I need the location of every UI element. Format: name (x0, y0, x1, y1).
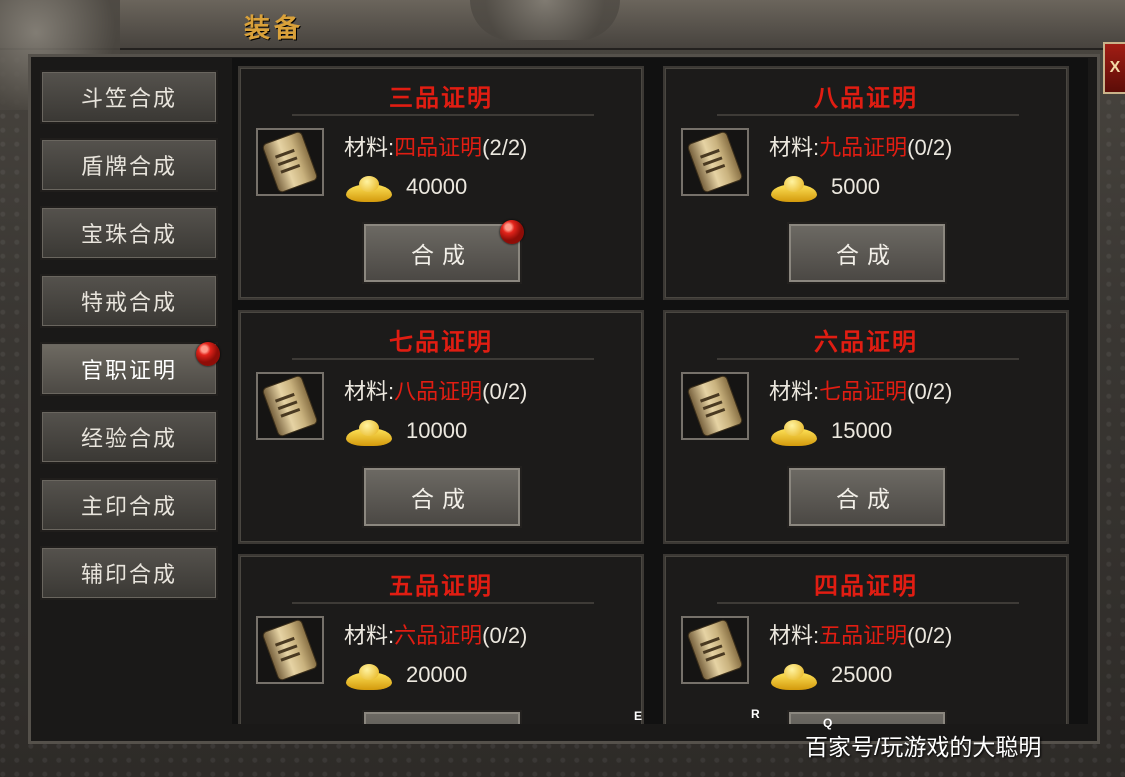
material-label: 材料: (344, 135, 395, 160)
material-count: (0/2) (907, 623, 953, 648)
craft-button[interactable]: 合成 (362, 710, 522, 724)
card-title: 八品证明 (814, 85, 918, 112)
craft-button[interactable]: 合成 (362, 222, 522, 284)
craft-button[interactable]: 合成 (787, 710, 947, 724)
craft-card: 八品证明 材料:九品证明(0/2) 5000 合成 (663, 66, 1069, 300)
tab-dunpai[interactable]: 盾牌合成 (40, 138, 218, 192)
craft-button[interactable]: 合成 (787, 222, 947, 284)
close-button[interactable]: X (1103, 42, 1125, 94)
material-requirement: 材料:四品证明(2/2) (344, 130, 527, 162)
window-title: 装备 (244, 14, 305, 44)
material-name: 九品证明 (819, 135, 908, 160)
gold-ingot-icon (346, 420, 392, 446)
material-count: (0/2) (907, 379, 953, 404)
gold-ingot-icon (346, 176, 392, 202)
scroll-icon (687, 619, 743, 681)
hotkey-label: R (751, 707, 760, 721)
cost-value: 15000 (831, 418, 893, 443)
gold-ingot-icon (346, 664, 392, 690)
item-slot[interactable] (681, 128, 749, 196)
divider (292, 358, 594, 360)
tab-tejie[interactable]: 特戒合成 (40, 274, 218, 328)
card-title: 五品证明 (389, 573, 493, 600)
card-title: 七品证明 (389, 329, 493, 356)
divider (717, 602, 1019, 604)
cost-value: 20000 (406, 662, 468, 687)
material-requirement: 材料:九品证明(0/2) (769, 130, 952, 162)
item-slot[interactable] (681, 616, 749, 684)
scroll-icon (262, 131, 318, 193)
craft-card: 四品证明 材料:五品证明(0/2) 25000 合成 (663, 554, 1069, 724)
material-requirement: 材料:八品证明(0/2) (344, 374, 527, 406)
dragon-ornament-top (470, 0, 620, 40)
craft-card: 三品证明 材料:四品证明(2/2) 40000 合成 (238, 66, 644, 300)
card-title: 六品证明 (814, 329, 918, 356)
gold-ingot-icon (771, 176, 817, 202)
item-slot[interactable] (256, 372, 324, 440)
material-name: 四品证明 (394, 135, 483, 160)
scroll-icon (262, 375, 318, 437)
material-count: (0/2) (482, 379, 528, 404)
material-requirement: 材料:六品证明(0/2) (344, 618, 527, 650)
cost-value: 5000 (831, 174, 880, 199)
craft-button[interactable]: 合成 (787, 466, 947, 528)
craft-button[interactable]: 合成 (362, 466, 522, 528)
material-requirement: 材料:五品证明(0/2) (769, 618, 952, 650)
material-requirement: 材料:七品证明(0/2) (769, 374, 952, 406)
material-label: 材料: (769, 379, 820, 404)
divider (717, 358, 1019, 360)
material-name: 七品证明 (819, 379, 908, 404)
material-name: 五品证明 (819, 623, 908, 648)
craft-card: 六品证明 材料:七品证明(0/2) 15000 合成 (663, 310, 1069, 544)
craft-card: 七品证明 材料:八品证明(0/2) 10000 合成 (238, 310, 644, 544)
material-label: 材料: (769, 623, 820, 648)
tab-fuyin[interactable]: 辅印合成 (40, 546, 218, 600)
hotkey-label: E (634, 709, 643, 723)
tab-zhuyin[interactable]: 主印合成 (40, 478, 218, 532)
material-count: (2/2) (482, 135, 528, 160)
material-count: (0/2) (482, 623, 528, 648)
material-label: 材料: (769, 135, 820, 160)
material-label: 材料: (344, 379, 395, 404)
item-slot[interactable] (256, 128, 324, 196)
scroll-icon (262, 619, 318, 681)
tab-guanzhi[interactable]: 官职证明 (40, 342, 218, 396)
item-slot[interactable] (256, 616, 324, 684)
red-dot-icon (196, 342, 220, 366)
cost-value: 25000 (831, 662, 893, 687)
tab-douli[interactable]: 斗笠合成 (40, 70, 218, 124)
tab-baozhu[interactable]: 宝珠合成 (40, 206, 218, 260)
material-name: 六品证明 (394, 623, 483, 648)
watermark: 百家号/玩游戏的大聪明 (805, 734, 1042, 760)
divider (292, 602, 594, 604)
tab-jingyan[interactable]: 经验合成 (40, 410, 218, 464)
card-title: 三品证明 (389, 85, 493, 112)
gold-ingot-icon (771, 664, 817, 690)
material-name: 八品证明 (394, 379, 483, 404)
material-count: (0/2) (907, 135, 953, 160)
scroll-icon (687, 131, 743, 193)
divider (717, 114, 1019, 116)
card-title: 四品证明 (814, 573, 918, 600)
craft-list[interactable]: 三品证明 材料:四品证明(2/2) 40000 合成 八品证明 材料:九品证明(… (232, 58, 1088, 724)
divider (292, 114, 594, 116)
scroll-icon (687, 375, 743, 437)
item-slot[interactable] (681, 372, 749, 440)
red-dot-icon (500, 220, 524, 244)
cost-value: 40000 (406, 174, 468, 199)
cost-value: 10000 (406, 418, 468, 443)
material-label: 材料: (344, 623, 395, 648)
gold-ingot-icon (771, 420, 817, 446)
craft-card: 五品证明 材料:六品证明(0/2) 20000 合成 (238, 554, 644, 724)
